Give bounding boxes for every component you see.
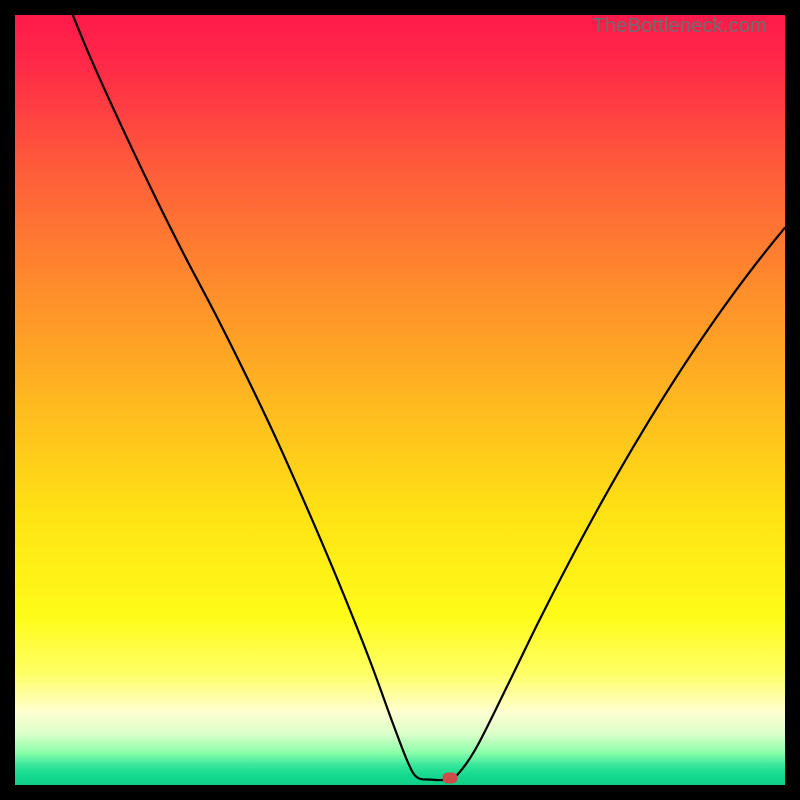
chart-background [15, 15, 785, 785]
watermark-text: TheBottleneck.com [592, 15, 767, 38]
bottleneck-chart [15, 15, 785, 785]
chart-frame: TheBottleneck.com [15, 15, 785, 785]
bottleneck-marker [443, 773, 458, 784]
